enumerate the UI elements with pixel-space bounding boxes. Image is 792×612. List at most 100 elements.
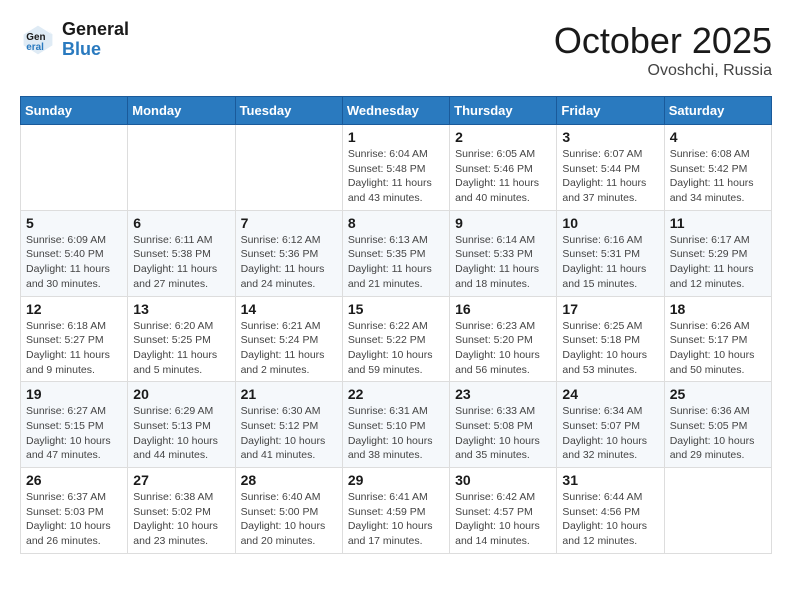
day-info: Sunrise: 6:38 AM Sunset: 5:02 PM Dayligh… xyxy=(133,490,229,549)
weekday-header-wednesday: Wednesday xyxy=(342,97,449,125)
day-cell: 21 Sunrise: 6:30 AM Sunset: 5:12 PM Dayli… xyxy=(235,382,342,468)
day-number: 24 xyxy=(562,386,658,402)
day-cell: 13Sunrise: 6:20 AM Sunset: 5:25 PM Dayli… xyxy=(128,296,235,382)
day-number: 1 xyxy=(348,129,444,145)
day-cell: 8 Sunrise: 6:13 AM Sunset: 5:35 PM Daylig… xyxy=(342,210,449,296)
day-cell: 31Sunrise: 6:44 AM Sunset: 4:56 PM Dayli… xyxy=(557,468,664,554)
week-row-2: 5 Sunrise: 6:09 AM Sunset: 5:40 PM Daylig… xyxy=(21,210,772,296)
day-cell: 17 Sunrise: 6:25 AM Sunset: 5:18 PM Dayli… xyxy=(557,296,664,382)
day-number: 18 xyxy=(670,301,766,317)
day-number: 26 xyxy=(26,472,122,488)
day-number: 5 xyxy=(26,215,122,231)
day-number: 22 xyxy=(348,386,444,402)
day-cell: 27 Sunrise: 6:38 AM Sunset: 5:02 PM Dayli… xyxy=(128,468,235,554)
day-info: Sunrise: 6:37 AM Sunset: 5:03 PM Dayligh… xyxy=(26,490,122,549)
week-row-4: 19 Sunrise: 6:27 AM Sunset: 5:15 PM Dayli… xyxy=(21,382,772,468)
day-cell: 19 Sunrise: 6:27 AM Sunset: 5:15 PM Dayli… xyxy=(21,382,128,468)
day-info: Sunrise: 6:33 AM Sunset: 5:08 PM Dayligh… xyxy=(455,404,551,463)
day-number: 2 xyxy=(455,129,551,145)
day-number: 13 xyxy=(133,301,229,317)
day-cell: 29 Sunrise: 6:41 AM Sunset: 4:59 PM Dayli… xyxy=(342,468,449,554)
logo-text: GeneralBlue xyxy=(62,20,129,60)
day-info: Sunrise: 6:34 AM Sunset: 5:07 PM Dayligh… xyxy=(562,404,658,463)
day-info: Sunrise: 6:12 AM Sunset: 5:36 PM Dayligh… xyxy=(241,233,337,292)
day-number: 7 xyxy=(241,215,337,231)
day-info: Sunrise: 6:27 AM Sunset: 5:15 PM Dayligh… xyxy=(26,404,122,463)
day-info: Sunrise: 6:42 AM Sunset: 4:57 PM Dayligh… xyxy=(455,490,551,549)
day-cell: 11 Sunrise: 6:17 AM Sunset: 5:29 PM Dayli… xyxy=(664,210,771,296)
day-number: 19 xyxy=(26,386,122,402)
day-number: 21 xyxy=(241,386,337,402)
day-info: Sunrise: 6:18 AM Sunset: 5:27 PM Dayligh… xyxy=(26,319,122,378)
location: Ovoshchi, Russia xyxy=(554,62,772,80)
day-cell: 20Sunrise: 6:29 AM Sunset: 5:13 PM Dayli… xyxy=(128,382,235,468)
day-info: Sunrise: 6:21 AM Sunset: 5:24 PM Dayligh… xyxy=(241,319,337,378)
day-info: Sunrise: 6:09 AM Sunset: 5:40 PM Dayligh… xyxy=(26,233,122,292)
day-cell xyxy=(235,125,342,211)
day-cell: 4 Sunrise: 6:08 AM Sunset: 5:42 PM Daylig… xyxy=(664,125,771,211)
day-info: Sunrise: 6:36 AM Sunset: 5:05 PM Dayligh… xyxy=(670,404,766,463)
day-info: Sunrise: 6:30 AM Sunset: 5:12 PM Dayligh… xyxy=(241,404,337,463)
day-number: 20 xyxy=(133,386,229,402)
day-cell: 25 Sunrise: 6:36 AM Sunset: 5:05 PM Dayli… xyxy=(664,382,771,468)
day-info: Sunrise: 6:22 AM Sunset: 5:22 PM Dayligh… xyxy=(348,319,444,378)
weekday-header-row: SundayMondayTuesdayWednesdayThursdayFrid… xyxy=(21,97,772,125)
weekday-header-sunday: Sunday xyxy=(21,97,128,125)
day-number: 17 xyxy=(562,301,658,317)
day-info: Sunrise: 6:40 AM Sunset: 5:00 PM Dayligh… xyxy=(241,490,337,549)
day-cell: 16 Sunrise: 6:23 AM Sunset: 5:20 PM Dayli… xyxy=(450,296,557,382)
day-cell: 15 Sunrise: 6:22 AM Sunset: 5:22 PM Dayli… xyxy=(342,296,449,382)
day-number: 30 xyxy=(455,472,551,488)
day-cell xyxy=(128,125,235,211)
weekday-header-tuesday: Tuesday xyxy=(235,97,342,125)
weekday-header-monday: Monday xyxy=(128,97,235,125)
day-cell xyxy=(21,125,128,211)
day-number: 3 xyxy=(562,129,658,145)
title-block: October 2025 Ovoshchi, Russia xyxy=(554,20,772,80)
day-number: 23 xyxy=(455,386,551,402)
day-info: Sunrise: 6:05 AM Sunset: 5:46 PM Dayligh… xyxy=(455,147,551,206)
logo-blue: Blue xyxy=(62,39,101,59)
logo: Gen eral GeneralBlue xyxy=(20,20,129,60)
day-info: Sunrise: 6:25 AM Sunset: 5:18 PM Dayligh… xyxy=(562,319,658,378)
day-cell: 2 Sunrise: 6:05 AM Sunset: 5:46 PM Daylig… xyxy=(450,125,557,211)
weekday-header-saturday: Saturday xyxy=(664,97,771,125)
day-number: 15 xyxy=(348,301,444,317)
day-info: Sunrise: 6:41 AM Sunset: 4:59 PM Dayligh… xyxy=(348,490,444,549)
day-info: Sunrise: 6:31 AM Sunset: 5:10 PM Dayligh… xyxy=(348,404,444,463)
day-cell: 14 Sunrise: 6:21 AM Sunset: 5:24 PM Dayli… xyxy=(235,296,342,382)
day-cell: 1Sunrise: 6:04 AM Sunset: 5:48 PM Daylig… xyxy=(342,125,449,211)
day-number: 11 xyxy=(670,215,766,231)
day-number: 16 xyxy=(455,301,551,317)
day-cell: 22 Sunrise: 6:31 AM Sunset: 5:10 PM Dayli… xyxy=(342,382,449,468)
day-cell: 10Sunrise: 6:16 AM Sunset: 5:31 PM Dayli… xyxy=(557,210,664,296)
day-cell xyxy=(664,468,771,554)
day-info: Sunrise: 6:44 AM Sunset: 4:56 PM Dayligh… xyxy=(562,490,658,549)
logo-icon: Gen eral xyxy=(20,22,56,58)
calendar-table: SundayMondayTuesdayWednesdayThursdayFrid… xyxy=(20,96,772,554)
day-info: Sunrise: 6:13 AM Sunset: 5:35 PM Dayligh… xyxy=(348,233,444,292)
day-number: 29 xyxy=(348,472,444,488)
day-number: 25 xyxy=(670,386,766,402)
day-cell: 23 Sunrise: 6:33 AM Sunset: 5:08 PM Dayli… xyxy=(450,382,557,468)
day-cell: 18Sunrise: 6:26 AM Sunset: 5:17 PM Dayli… xyxy=(664,296,771,382)
day-cell: 6Sunrise: 6:11 AM Sunset: 5:38 PM Daylig… xyxy=(128,210,235,296)
day-number: 14 xyxy=(241,301,337,317)
day-number: 4 xyxy=(670,129,766,145)
day-info: Sunrise: 6:17 AM Sunset: 5:29 PM Dayligh… xyxy=(670,233,766,292)
svg-text:eral: eral xyxy=(26,42,44,53)
day-number: 12 xyxy=(26,301,122,317)
day-number: 9 xyxy=(455,215,551,231)
weekday-header-friday: Friday xyxy=(557,97,664,125)
day-cell: 30 Sunrise: 6:42 AM Sunset: 4:57 PM Dayli… xyxy=(450,468,557,554)
day-number: 8 xyxy=(348,215,444,231)
day-info: Sunrise: 6:23 AM Sunset: 5:20 PM Dayligh… xyxy=(455,319,551,378)
day-number: 27 xyxy=(133,472,229,488)
day-info: Sunrise: 6:08 AM Sunset: 5:42 PM Dayligh… xyxy=(670,147,766,206)
day-cell: 7 Sunrise: 6:12 AM Sunset: 5:36 PM Daylig… xyxy=(235,210,342,296)
day-info: Sunrise: 6:16 AM Sunset: 5:31 PM Dayligh… xyxy=(562,233,658,292)
day-info: Sunrise: 6:07 AM Sunset: 5:44 PM Dayligh… xyxy=(562,147,658,206)
day-number: 28 xyxy=(241,472,337,488)
day-cell: 24 Sunrise: 6:34 AM Sunset: 5:07 PM Dayli… xyxy=(557,382,664,468)
day-info: Sunrise: 6:14 AM Sunset: 5:33 PM Dayligh… xyxy=(455,233,551,292)
